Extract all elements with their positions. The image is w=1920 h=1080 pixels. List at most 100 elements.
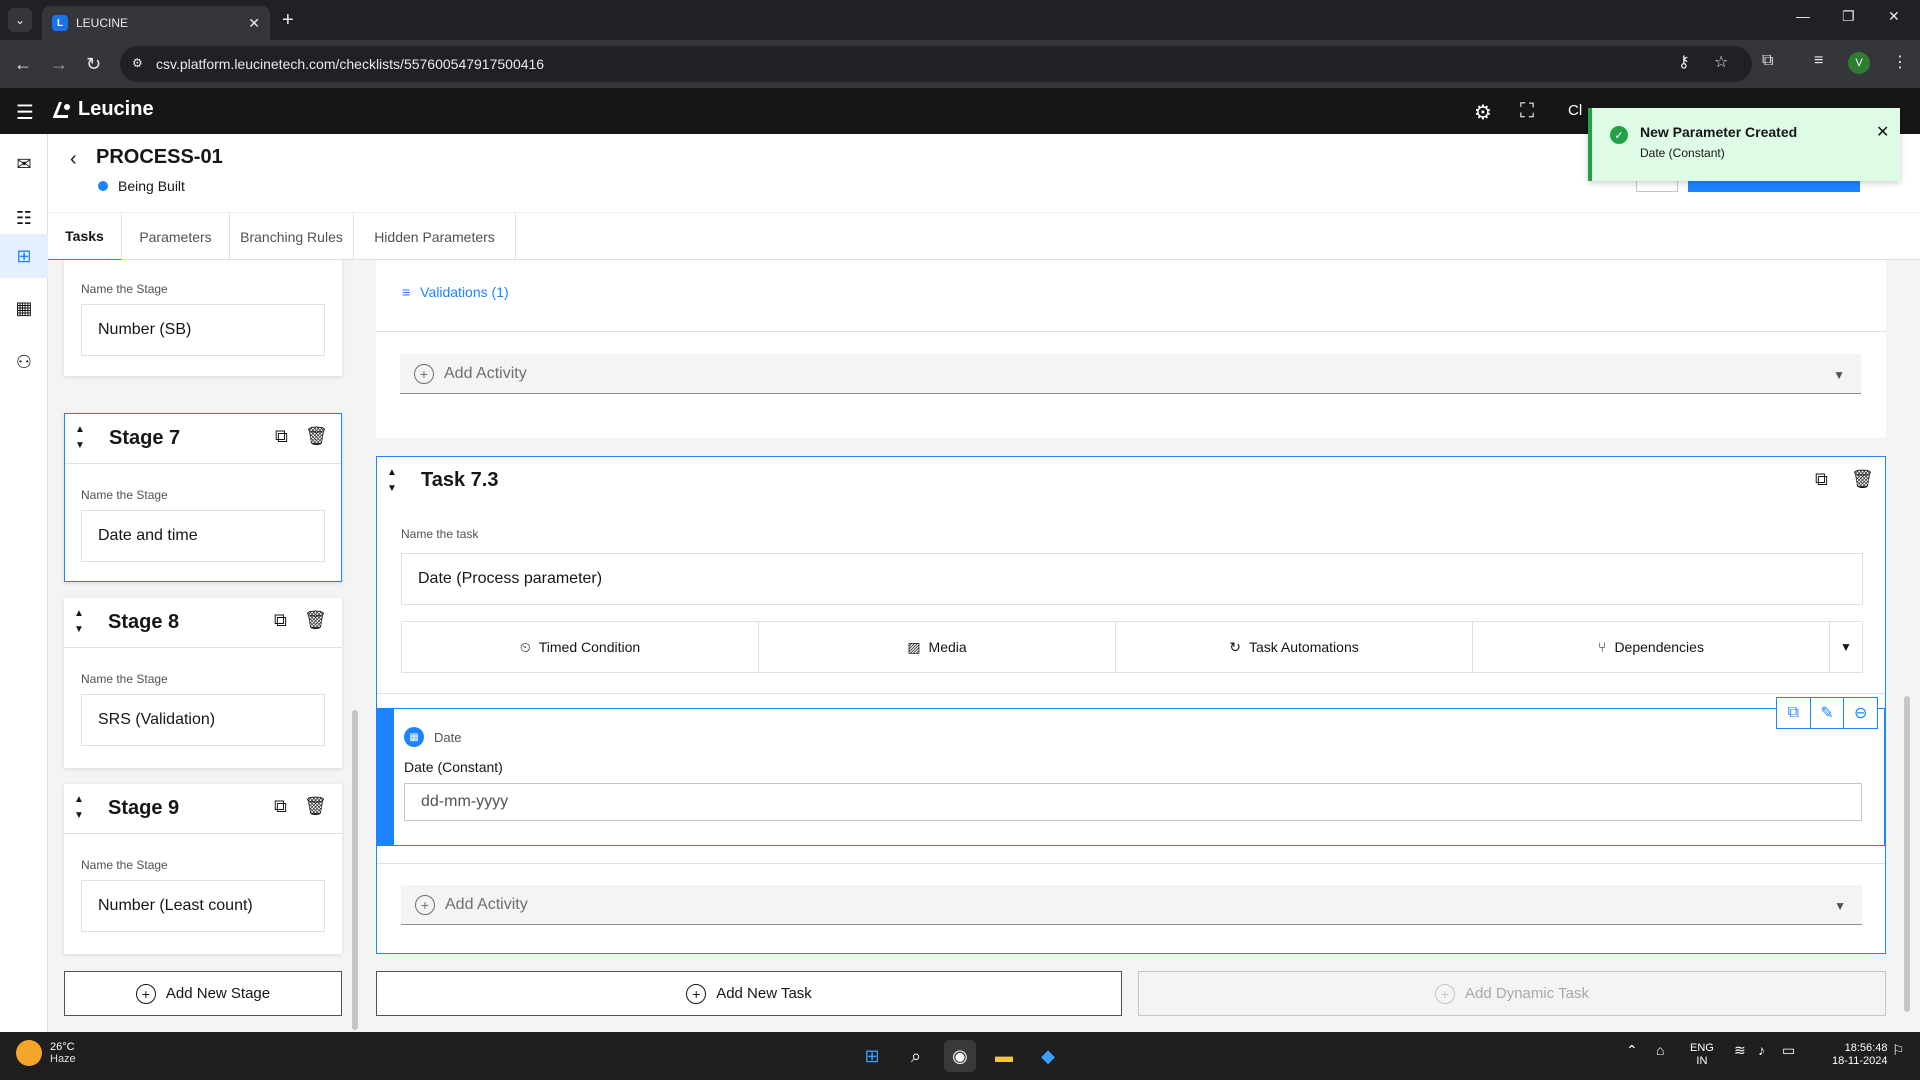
inbox-icon[interactable]: ✉ <box>0 142 48 186</box>
stage-name-input[interactable]: Number (Least count) <box>81 880 325 932</box>
header-link[interactable]: Cl <box>1568 102 1582 119</box>
more-options-chevron-icon[interactable]: ▼ <box>1830 622 1862 672</box>
tasks-scrollbar[interactable] <box>1904 696 1910 1012</box>
parameter-actions: ⧉ ✎ ⊖ <box>1776 697 1878 729</box>
language-indicator[interactable]: ENG IN <box>1690 1042 1714 1068</box>
trash-icon[interactable]: 🗑 <box>304 796 327 817</box>
timed-condition-button[interactable]: ⏲ Timed Condition <box>402 622 759 672</box>
stage-name-input[interactable]: Date and time <box>81 510 325 562</box>
add-new-stage-label: Add New Stage <box>165 985 271 1002</box>
stage-card[interactable]: ▲ ▼ Stage 7 ⧉ 🗑 Name the Stage Date and t… <box>64 413 342 582</box>
add-activity-dropdown[interactable]: + Add Activity ▼ <box>400 354 1861 394</box>
clock[interactable]: 18:56:48 18-11-2024 <box>1832 1042 1887 1068</box>
browser-menu-icon[interactable]: ⋮ <box>1892 52 1908 72</box>
task-automations-label: Task Automations <box>1249 639 1359 655</box>
stages-scrollbar[interactable] <box>352 710 358 1030</box>
task-automations-button[interactable]: ↻ Task Automations <box>1116 622 1473 672</box>
tab-tasks[interactable]: Tasks <box>48 213 122 261</box>
extensions-icon[interactable]: ⧉ <box>1762 52 1773 70</box>
stage-name-input[interactable]: SRS (Validation) <box>81 694 325 746</box>
add-new-task-label: Add New Task <box>716 985 812 1002</box>
media-button[interactable]: ▨ Media <box>759 622 1116 672</box>
copy-parameter-icon[interactable]: ⧉ <box>1777 698 1811 728</box>
weather-widget[interactable]: 26°C Haze <box>16 1040 76 1066</box>
wifi-icon[interactable]: ≋ <box>1734 1042 1746 1059</box>
address-bar[interactable]: ⚙ csv.platform.leucinetech.com/checklist… <box>120 46 1752 82</box>
tab-branching-rules[interactable]: Branching Rules <box>230 213 354 261</box>
windows-start-icon[interactable]: ⊞ <box>856 1040 888 1072</box>
back-icon[interactable]: ← <box>14 54 32 74</box>
stage-header: ▲ ▼ Stage 8 ⧉ 🗑 <box>64 598 342 648</box>
chrome-icon[interactable]: ◉ <box>944 1040 976 1072</box>
notification-center-icon[interactable]: ⌂ <box>1656 1042 1664 1058</box>
validations-link[interactable]: ≡ Validations (1) <box>402 284 509 300</box>
new-tab-button[interactable]: + <box>282 8 294 32</box>
divider <box>377 863 1885 864</box>
dependencies-button[interactable]: ⑂ Dependencies <box>1473 622 1830 672</box>
process-builder-icon[interactable]: ⊞ <box>0 234 48 278</box>
task-card-partial[interactable]: ≡ Validations (1) + Add Activity ▼ <box>376 260 1886 438</box>
profile-avatar[interactable]: V <box>1848 52 1870 74</box>
edit-pencil-icon[interactable]: ✎ <box>1811 698 1845 728</box>
refresh-icon: ↻ <box>1229 638 1241 655</box>
browser-tab[interactable]: L LEUCINE ✕ <box>42 6 270 40</box>
app-icon[interactable]: ◆ <box>1032 1040 1064 1072</box>
close-window-icon[interactable]: ✕ <box>1888 8 1900 25</box>
site-info-icon[interactable]: ⚙ <box>132 56 148 72</box>
close-toast-icon[interactable]: ✕ <box>1876 122 1889 142</box>
minimize-icon[interactable]: — <box>1796 8 1810 24</box>
hamburger-menu-icon[interactable]: ☰ <box>16 100 34 125</box>
reorder-arrows-icon[interactable]: ▲ ▼ <box>73 422 87 454</box>
stage-name-input[interactable]: Number (SB) <box>81 304 325 356</box>
task-card[interactable]: ▲ ▼ Task 7.3 ⧉ 🗑 Name the task Date (Proc… <box>376 456 1886 954</box>
stage-card[interactable]: ▲ ▼ Stage 8 ⧉ 🗑 Name the Stage SRS (Valid… <box>64 598 342 768</box>
leucine-favicon-icon: L <box>52 15 68 31</box>
tab-search-button[interactable]: ⌄ <box>8 8 32 32</box>
drag-handle-icon[interactable]: ⠿ <box>384 769 393 783</box>
copy-icon[interactable]: ⧉ <box>275 426 288 447</box>
date-input[interactable]: dd-mm-yyyy <box>404 783 1862 821</box>
calendar-icon[interactable]: ▦ <box>0 286 48 330</box>
restore-icon[interactable]: ❐ <box>1842 8 1855 25</box>
parameter-card[interactable]: ⠿ ▦ Date Date (Constant) dd-mm-yyyy ⧉ ✎ … <box>377 697 1885 846</box>
remove-circle-icon[interactable]: ⊖ <box>1844 698 1877 728</box>
settings-gear-icon[interactable]: ⚙ <box>1474 100 1492 125</box>
add-new-stage-button[interactable]: + Add New Stage <box>64 971 342 1016</box>
tab-hidden-parameters[interactable]: Hidden Parameters <box>354 213 516 261</box>
file-explorer-icon[interactable]: ▬ <box>988 1040 1020 1072</box>
reorder-arrows-icon[interactable]: ▲ ▼ <box>72 792 86 824</box>
task-header: ▲ ▼ Task 7.3 ⧉ 🗑 <box>377 457 1874 505</box>
copy-icon[interactable]: ⧉ <box>274 796 287 817</box>
trash-icon[interactable]: 🗑 <box>1851 469 1874 490</box>
battery-icon[interactable]: ▭ <box>1782 1042 1795 1059</box>
add-dynamic-task-button[interactable]: + Add Dynamic Task <box>1138 971 1886 1016</box>
tab-parameters[interactable]: Parameters <box>122 213 230 261</box>
scan-icon[interactable]: ⛶ <box>1520 100 1534 123</box>
volume-icon[interactable]: ♪ <box>1758 1042 1765 1058</box>
search-icon[interactable]: ⌕ <box>900 1040 932 1072</box>
bookmark-star-icon[interactable]: ☆ <box>1714 52 1728 72</box>
trash-icon[interactable]: 🗑 <box>304 610 327 631</box>
reorder-arrows-icon[interactable]: ▲ ▼ <box>385 465 399 497</box>
tray-chevron-up-icon[interactable]: ⌃ <box>1626 1042 1638 1059</box>
add-new-task-button[interactable]: + Add New Task <box>376 971 1122 1016</box>
media-icon[interactable]: ≡ <box>1814 52 1823 70</box>
password-key-icon[interactable]: ⚷ <box>1678 52 1690 72</box>
notifications-bell-icon[interactable]: ⚐ <box>1892 1042 1905 1059</box>
hierarchy-icon[interactable]: ⚇ <box>0 340 48 384</box>
add-activity-dropdown[interactable]: + Add Activity ▼ <box>401 885 1862 925</box>
reorder-arrows-icon[interactable]: ▲ ▼ <box>72 606 86 638</box>
stage-card-partial[interactable]: Name the Stage Number (SB) <box>64 260 342 376</box>
reload-icon[interactable]: ↻ <box>86 54 101 74</box>
stage-title: Stage 9 <box>108 797 180 819</box>
back-chevron-icon[interactable]: ‹ <box>70 148 77 171</box>
forward-icon[interactable]: → <box>50 54 68 74</box>
copy-icon[interactable]: ⧉ <box>1815 469 1828 490</box>
trash-icon[interactable]: 🗑 <box>305 426 328 447</box>
leucine-logo[interactable]: Leucine <box>50 98 154 121</box>
close-tab-icon[interactable]: ✕ <box>248 15 260 32</box>
copy-icon[interactable]: ⧉ <box>274 610 287 631</box>
stage-card[interactable]: ▲ ▼ Stage 9 ⧉ 🗑 Name the Stage Number (Le… <box>64 784 342 954</box>
chevron-down-icon: ▼ <box>1833 368 1845 382</box>
task-name-input[interactable]: Date (Process parameter) <box>401 553 1863 605</box>
